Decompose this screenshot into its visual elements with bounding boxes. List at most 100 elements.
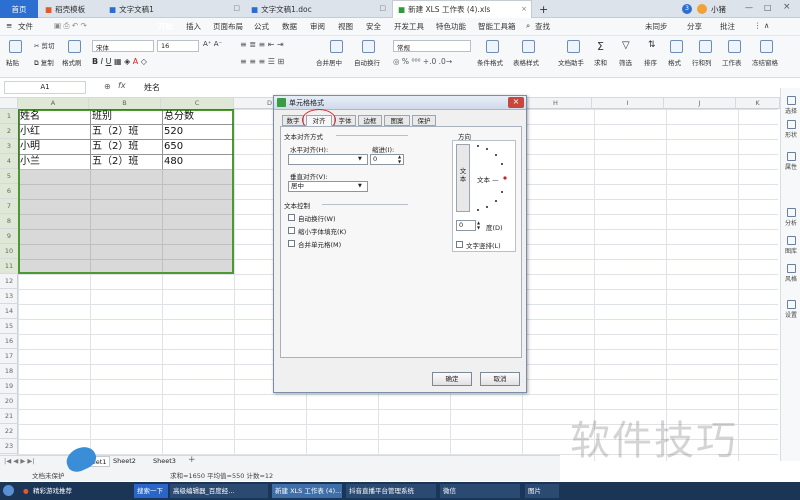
row-header-14[interactable]: 14 (0, 304, 18, 319)
shrink-checkbox[interactable] (288, 227, 295, 234)
dialog-titlebar[interactable]: 单元格格式 × (274, 96, 526, 110)
row-header-1[interactable]: 1 (0, 109, 18, 124)
select-all-corner[interactable] (0, 98, 18, 109)
align-top-icons[interactable]: ≡ ≣ ≡ ⇤ ⇥ (240, 40, 284, 49)
menu-view[interactable]: 视图 (338, 21, 353, 32)
font-grow-icon[interactable]: A⁺ A⁻ (203, 40, 222, 48)
number-format-icons[interactable]: ◎ % ⁰⁰⁰ +.0 .0→ (393, 57, 452, 66)
dialog-close-icon[interactable]: × (508, 97, 524, 108)
taskbar-editor[interactable]: 高级编辑器_百度经... (170, 484, 268, 498)
panel-analysis[interactable]: 分析 (781, 208, 800, 227)
panel-property[interactable]: 属性 (781, 152, 800, 171)
col-header-j[interactable]: J (664, 98, 736, 109)
format-painter-icon[interactable] (68, 40, 81, 53)
maximize-icon[interactable]: □ (764, 3, 772, 12)
table-cell[interactable]: 480 (162, 154, 183, 169)
row-header-2[interactable]: 2 (0, 124, 18, 139)
row-header-7[interactable]: 7 (0, 199, 18, 214)
cut-button[interactable]: ✂ 剪切 (34, 40, 55, 50)
tab-xls-close-icon[interactable]: × (521, 5, 527, 13)
name-box[interactable]: A1 (4, 81, 86, 94)
merge-checkbox[interactable] (288, 240, 295, 247)
table-cell[interactable]: 小红 (18, 124, 40, 139)
comment-button[interactable]: 批注 (720, 21, 735, 32)
degree-input[interactable]: 0 (456, 220, 476, 231)
cancel-button[interactable]: 取消 (480, 372, 520, 386)
auto-wrap-icon[interactable] (362, 40, 375, 53)
search-icon[interactable]: ⌕ (526, 21, 530, 31)
formula-input[interactable]: 姓名 (140, 80, 778, 95)
col-header-h[interactable]: H (520, 98, 592, 109)
table-cell[interactable]: 520 (162, 124, 183, 139)
tab-doc1[interactable]: ■ 文字文稿1 □ (104, 0, 244, 18)
menu-start[interactable]: 开始 (158, 21, 173, 32)
add-sheet-button[interactable]: + (188, 455, 196, 465)
menu-security[interactable]: 安全 (366, 21, 381, 32)
row-header-15[interactable]: 15 (0, 319, 18, 334)
tab-border[interactable]: 边框 (358, 115, 382, 126)
save-icon[interactable]: ▣ ⎙ ↶ ↷ (54, 21, 87, 31)
auto-wrap-button[interactable]: 自动换行 (354, 57, 380, 67)
tab-doc2[interactable]: ■ 文字文稿1.doc □ (246, 0, 390, 18)
format-painter-button[interactable]: 格式刷 (62, 57, 82, 67)
menu-developer[interactable]: 开发工具 (394, 21, 424, 32)
table-cell[interactable]: 650 (162, 139, 183, 154)
table-cell[interactable]: 五（2）班 (90, 154, 138, 169)
ok-button[interactable]: 确定 (432, 372, 472, 386)
font-size-select[interactable]: 16 (157, 40, 199, 52)
sort-icon[interactable]: ⇅ (648, 40, 656, 50)
merge-center-button[interactable]: 合并居中 (316, 57, 342, 67)
row-header-10[interactable]: 10 (0, 244, 18, 259)
filter-icon[interactable]: ▽ (622, 40, 630, 51)
row-header-3[interactable]: 3 (0, 139, 18, 154)
new-tab-button[interactable]: + (534, 0, 548, 18)
tab-number[interactable]: 数字 (282, 115, 304, 126)
menu-special[interactable]: 特色功能 (436, 21, 466, 32)
start-icon[interactable] (3, 485, 14, 496)
menu-file[interactable]: 文件 (18, 21, 33, 32)
wrap-checkbox[interactable] (288, 214, 295, 221)
tab-protection[interactable]: 保护 (412, 115, 436, 126)
tab-docer[interactable]: ■ 稻壳模板 (40, 0, 102, 18)
menu-page-layout[interactable]: 页面布局 (213, 21, 243, 32)
tab-doc2-close-icon[interactable]: □ (379, 4, 386, 12)
row-header-20[interactable]: 20 (0, 394, 18, 409)
notification-badge[interactable]: 3 (682, 4, 692, 14)
col-header-b[interactable]: B (89, 98, 161, 109)
menu-data[interactable]: 数据 (282, 21, 297, 32)
row-header-16[interactable]: 16 (0, 334, 18, 349)
row-header-4[interactable]: 4 (0, 154, 18, 169)
worksheet-button[interactable]: 工作表 (722, 57, 742, 67)
minimize-icon[interactable]: — (745, 3, 753, 12)
sort-button[interactable]: 排序 (644, 57, 657, 67)
row-header-23[interactable]: 23 (0, 439, 18, 454)
menu-formula[interactable]: 公式 (254, 21, 269, 32)
row-col-button[interactable]: 行和列 (692, 57, 712, 67)
row-header-19[interactable]: 19 (0, 379, 18, 394)
sync-status[interactable]: 未同步 (645, 21, 668, 32)
row-header-11[interactable]: 11 (0, 259, 18, 274)
panel-settings[interactable]: 设置 (781, 300, 800, 319)
font-style-icons[interactable]: B I U ▦ ◈ A ◇ (92, 57, 147, 66)
taskbar-wechat[interactable]: 微信 (440, 484, 520, 498)
copy-button[interactable]: ⧉ 复制 (34, 57, 54, 68)
font-name-select[interactable]: 宋体 (92, 40, 154, 52)
panel-select[interactable]: 选择 (781, 96, 800, 115)
zoom-icon[interactable]: ⊕ (104, 82, 111, 91)
merge-center-icon[interactable] (330, 40, 343, 53)
indent-spinner-icon[interactable]: ▲ ▼ (398, 154, 401, 164)
more-icon[interactable]: ⋮ ∧ (754, 21, 769, 30)
sheet-tab-2[interactable]: Sheet2 (113, 457, 136, 465)
h-align-select[interactable] (288, 154, 368, 165)
sheet-tab-3[interactable]: Sheet3 (153, 457, 176, 465)
table-cell[interactable]: 小明 (18, 139, 40, 154)
col-header-c[interactable]: C (161, 98, 234, 109)
tab-xls[interactable]: ■ 新建 XLS 工作表 (4).xls × (392, 0, 532, 18)
tab-doc1-close-icon[interactable]: □ (233, 4, 240, 12)
vertical-text-button[interactable]: 文本 (456, 144, 470, 212)
avatar[interactable] (697, 4, 707, 14)
menu-insert[interactable]: 插入 (186, 21, 201, 32)
doc-assistant-button[interactable]: 文档助手 (558, 57, 584, 67)
tab-font[interactable]: 字体 (334, 115, 356, 126)
paste-icon[interactable] (9, 40, 22, 53)
